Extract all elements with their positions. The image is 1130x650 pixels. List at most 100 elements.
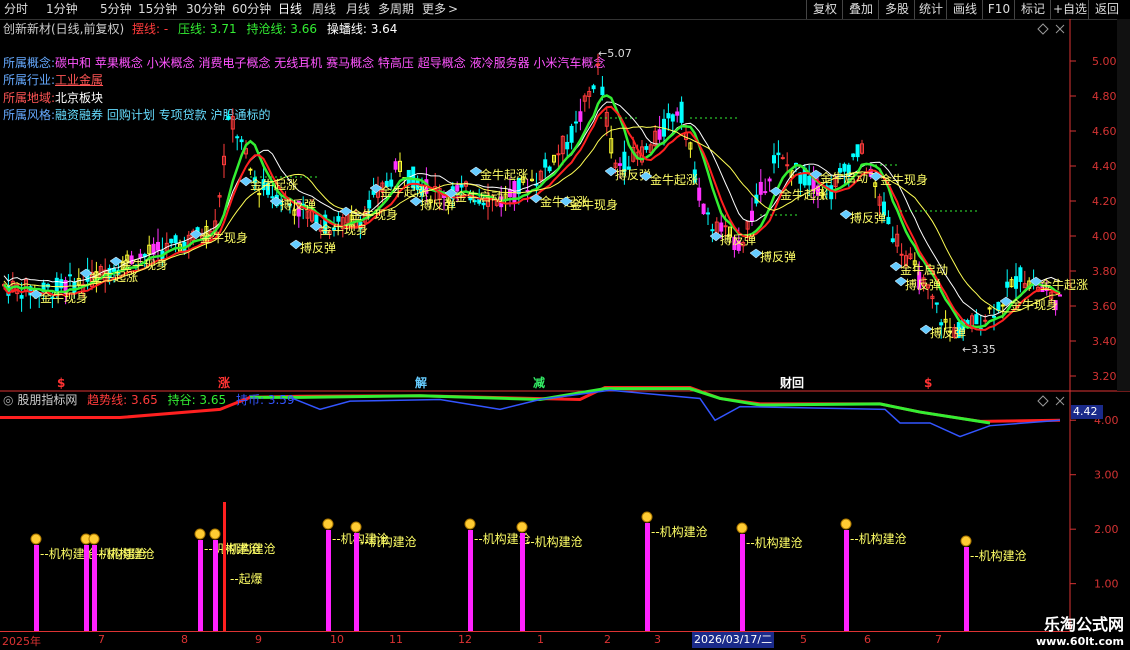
price-tick-label: 3.60 bbox=[1092, 300, 1117, 313]
f10-button[interactable]: F10 bbox=[982, 0, 1015, 19]
candle-body bbox=[706, 212, 710, 215]
event-marker: $ bbox=[57, 376, 65, 390]
candle-body bbox=[367, 199, 372, 209]
indicator-current-value: 4.42 bbox=[1071, 405, 1103, 419]
candle-body bbox=[807, 175, 812, 186]
candle-body bbox=[679, 101, 684, 123]
mark-button[interactable]: 标记 bbox=[1014, 0, 1051, 19]
candle-body bbox=[600, 86, 605, 96]
candle-body bbox=[772, 155, 776, 164]
indicator-settings-icon[interactable]: ◎ bbox=[3, 393, 13, 407]
signal-label: 金牛现身 bbox=[200, 230, 248, 245]
chevron-right-icon: > bbox=[448, 2, 459, 16]
candle-body bbox=[591, 85, 596, 90]
institutional-bar bbox=[740, 534, 745, 631]
period-tab-fenshi[interactable]: 分时 bbox=[4, 2, 28, 17]
event-markers: $ 涨 解 减 财回 $ bbox=[57, 375, 932, 390]
candle-body bbox=[574, 121, 578, 124]
hold-grain-line bbox=[250, 387, 991, 425]
signal-label: 搏反弹 bbox=[905, 278, 941, 292]
candle-body bbox=[974, 314, 979, 325]
candle-body bbox=[1005, 281, 1010, 288]
period-tab-daily[interactable]: 日线 bbox=[278, 2, 302, 17]
period-tab-60min[interactable]: 60分钟 bbox=[232, 2, 271, 17]
money-bag-icon bbox=[209, 528, 221, 540]
diamond-icon[interactable] bbox=[1037, 23, 1049, 35]
candle-body bbox=[248, 168, 253, 171]
candle-body bbox=[763, 191, 768, 194]
signal-label: 搏反弹 bbox=[300, 241, 336, 255]
signal-label: 金牛现身 bbox=[320, 222, 368, 237]
candle-body bbox=[169, 238, 174, 244]
money-bag-icon bbox=[516, 521, 528, 533]
watermark-title: 乐淘公式网 bbox=[1043, 615, 1124, 634]
statistics-button[interactable]: 统计 bbox=[914, 0, 947, 19]
signal-label: 金牛现身 bbox=[1010, 297, 1058, 312]
period-tab-weekly[interactable]: 周线 bbox=[312, 2, 336, 17]
close-icon[interactable] bbox=[1055, 24, 1065, 34]
period-tab-multi[interactable]: 多周期 bbox=[378, 2, 414, 17]
candle-body bbox=[569, 125, 574, 143]
event-marker: 解 bbox=[415, 375, 427, 390]
candle-body bbox=[851, 153, 856, 158]
signal-label: 搏反弹 bbox=[760, 250, 796, 264]
candle-body bbox=[543, 159, 548, 168]
multi-stock-button[interactable]: 多股 bbox=[878, 0, 915, 19]
date-label: 6 bbox=[864, 633, 871, 646]
candle-body bbox=[235, 136, 240, 139]
period-tab-1min[interactable]: 1分钟 bbox=[46, 2, 78, 17]
date-label: 7 bbox=[935, 633, 942, 646]
money-bag-icon bbox=[736, 522, 748, 534]
add-watchlist-button[interactable]: +自选 bbox=[1050, 0, 1089, 19]
candle-body bbox=[226, 115, 231, 120]
candle-body bbox=[1058, 294, 1062, 297]
indicator-header: ◎ 股朋指标网 趋势线: 3.65 持谷: 3.65 持币: 3.59 bbox=[3, 392, 295, 408]
candle-body bbox=[1000, 304, 1005, 307]
signal-label: 金牛起涨 bbox=[650, 172, 698, 187]
signal-annotations: 金牛现身金牛起涨金牛现身金牛现身金牛起涨搏反弹金牛现身金牛现身搏反弹金牛起涨搏反… bbox=[29, 117, 1088, 340]
event-marker: 财回 bbox=[779, 375, 804, 390]
price-tick-label: 3.20 bbox=[1092, 370, 1117, 383]
burst-label: --起爆 bbox=[230, 572, 263, 586]
period-tab-monthly[interactable]: 月线 bbox=[346, 2, 370, 17]
period-tab-30min[interactable]: 30分钟 bbox=[186, 2, 225, 17]
date-label: 8 bbox=[181, 633, 188, 646]
signal-label: 金牛起涨 bbox=[1040, 277, 1088, 292]
price-tick-label: 4.20 bbox=[1092, 195, 1117, 208]
money-bag-icon bbox=[350, 521, 362, 533]
watermark-url: www.60lt.com bbox=[1035, 635, 1124, 648]
candle-body bbox=[54, 277, 59, 293]
back-button[interactable]: 返回 bbox=[1088, 0, 1125, 19]
candle-body bbox=[393, 161, 398, 170]
date-label: 10 bbox=[330, 633, 344, 646]
candle-body bbox=[459, 184, 464, 188]
institutional-bar bbox=[34, 545, 39, 631]
indicator-diamond-icon[interactable] bbox=[1037, 395, 1049, 407]
signal-label: 搏反弹 bbox=[930, 326, 966, 340]
candle-body bbox=[156, 241, 160, 251]
money-bag-icon bbox=[840, 518, 852, 530]
price-tick-label: 4.60 bbox=[1092, 125, 1117, 138]
candle-body bbox=[239, 139, 244, 143]
indicator-tick-label: 1.00 bbox=[1094, 578, 1119, 591]
period-tab-more[interactable]: 更多 > bbox=[422, 2, 458, 17]
institutional-build-label: --机构建沧 bbox=[526, 534, 583, 549]
moving-average-lines bbox=[3, 94, 1061, 331]
price-tick-label: 3.80 bbox=[1092, 265, 1117, 278]
kline-chart-canvas[interactable]: 5.00 4.80 4.60 4.40 4.20 4.00 3.80 3.60 3.40 3.20… bbox=[0, 19, 1130, 631]
candle-body bbox=[785, 164, 790, 167]
institutional-bar bbox=[326, 530, 331, 631]
date-label: 3 bbox=[654, 633, 661, 646]
overlay-button[interactable]: 叠加 bbox=[842, 0, 879, 19]
signal-label: 金牛现身 bbox=[120, 257, 168, 272]
period-tab-5min[interactable]: 5分钟 bbox=[100, 2, 132, 17]
draw-line-button[interactable]: 画线 bbox=[946, 0, 983, 19]
signal-label: 金牛启动 bbox=[820, 170, 868, 185]
period-tab-15min[interactable]: 15分钟 bbox=[138, 2, 177, 17]
candle-body bbox=[666, 113, 671, 119]
indicator-close-icon[interactable] bbox=[1055, 396, 1065, 406]
period-toolbar: 分时 1分钟 5分钟 15分钟 30分钟 60分钟 日线 周线 月线 多周期 更… bbox=[0, 0, 1130, 20]
signal-label: 搏反弹 bbox=[850, 211, 886, 225]
restore-rights-button[interactable]: 复权 bbox=[806, 0, 843, 19]
date-label: 2025年 bbox=[2, 635, 41, 648]
